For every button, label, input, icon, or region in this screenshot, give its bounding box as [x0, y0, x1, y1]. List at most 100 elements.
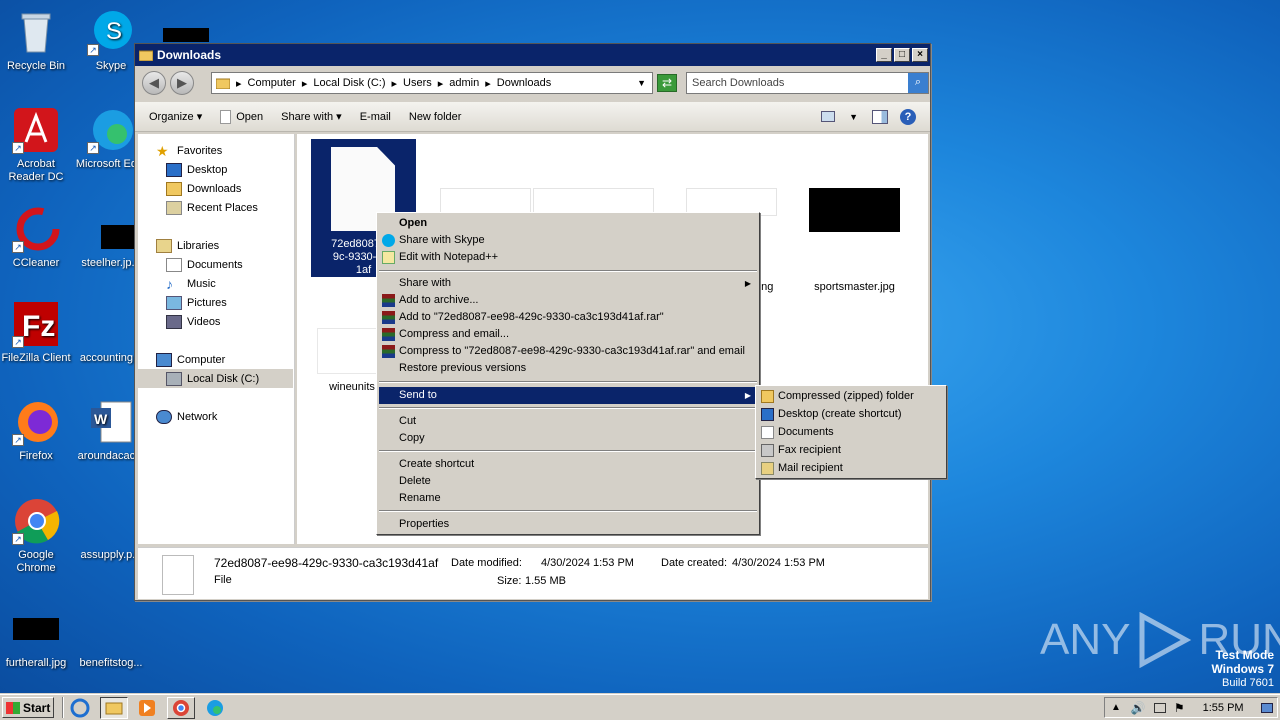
computer-icon	[156, 353, 172, 367]
desktop-icon	[761, 408, 774, 421]
drive-icon	[166, 372, 182, 386]
svg-text:S: S	[106, 18, 122, 45]
menu-compress-rar-email[interactable]: Compress to "72ed8087-ee98-429c-9330-ca3…	[379, 343, 757, 360]
menu-send-to[interactable]: Send to ▶	[379, 387, 757, 404]
sendto-desktop[interactable]: Desktop (create shortcut)	[758, 406, 944, 423]
mail-icon	[761, 462, 774, 475]
nav-libraries[interactable]: Libraries	[156, 239, 219, 253]
winrar-icon	[382, 294, 395, 307]
menu-add-to-rar[interactable]: Add to "72ed8087-ee98-429c-9330-ca3c193d…	[379, 309, 757, 326]
menu-compress-email[interactable]: Compress and email...	[379, 326, 757, 343]
sendto-fax[interactable]: Fax recipient	[758, 442, 944, 459]
search-input[interactable]: Search Downloads ⌕	[686, 72, 929, 94]
menu-rename[interactable]: Rename	[379, 490, 757, 507]
nav-music[interactable]: ♪ Music	[166, 277, 216, 291]
sportsmaster-thumbnail[interactable]	[809, 188, 900, 232]
breadcrumb-computer[interactable]: Computer	[248, 77, 296, 89]
folder-icon	[216, 78, 230, 89]
nav-downloads[interactable]: Downloads	[166, 182, 241, 196]
menu-create-shortcut[interactable]: Create shortcut	[379, 456, 757, 473]
action-center-icon[interactable]: ⚑	[1174, 701, 1185, 715]
nav-pictures[interactable]: Pictures	[166, 296, 227, 310]
menu-delete[interactable]: Delete	[379, 473, 757, 490]
share-with-button[interactable]: Share with ▾	[272, 110, 351, 123]
menu-copy[interactable]: Copy	[379, 430, 757, 447]
explorer-taskbar-icon[interactable]	[100, 697, 128, 719]
winrar-icon	[382, 311, 395, 324]
system-tray: ▲ 🔊 ⚑ 1:55 PM	[1104, 697, 1278, 718]
breadcrumb-local-disk[interactable]: Local Disk (C:)	[313, 77, 385, 89]
benefitstog-file-icon[interactable]: benefitstog...	[73, 605, 149, 670]
edge-taskbar-icon[interactable]	[204, 697, 226, 719]
open-button[interactable]: Open	[211, 109, 272, 124]
menu-share-with[interactable]: Share with ▶	[379, 275, 757, 292]
menu-share-with-skype[interactable]: Share with Skype	[379, 232, 757, 249]
test-mode-label: Test Mode Windows 7 Build 7601	[1211, 648, 1274, 689]
nav-local-disk[interactable]: Local Disk (C:)	[166, 372, 259, 386]
volume-icon[interactable]: 🔊	[1131, 701, 1146, 715]
window-title: Downloads	[157, 48, 222, 62]
nav-desktop[interactable]: Desktop	[166, 163, 227, 177]
breadcrumb-users[interactable]: Users	[403, 77, 432, 89]
nav-recent-places[interactable]: Recent Places	[166, 201, 258, 215]
minimize-button[interactable]: _	[876, 48, 892, 62]
zip-folder-icon	[761, 390, 774, 403]
nav-videos[interactable]: Videos	[166, 315, 220, 329]
back-button[interactable]: ◀	[142, 71, 166, 95]
network-icon	[156, 410, 172, 424]
ccleaner-icon[interactable]: ↗ CCleaner	[0, 205, 74, 270]
file-item-label: sportsmaster.jpg	[814, 281, 895, 293]
address-bar[interactable]: ▸ Computer ▸ Local Disk (C:) ▸ Users ▸ admi…	[211, 72, 653, 94]
preview-pane-icon[interactable]	[872, 109, 888, 124]
start-button[interactable]: Start	[2, 697, 54, 718]
menu-separator	[379, 270, 757, 272]
organize-button[interactable]: Organize ▾	[135, 110, 211, 123]
menu-restore-previous[interactable]: Restore previous versions	[379, 360, 757, 377]
maximize-button[interactable]: □	[894, 48, 910, 62]
sendto-mail[interactable]: Mail recipient	[758, 460, 944, 477]
acrobat-reader-icon[interactable]: ↗ Acrobat Reader DC	[0, 106, 74, 184]
nav-network[interactable]: Network	[156, 410, 217, 424]
sendto-zip[interactable]: Compressed (zipped) folder	[758, 388, 944, 405]
tray-expand-icon[interactable]: ▲	[1111, 702, 1121, 713]
new-folder-button[interactable]: New folder	[400, 111, 471, 123]
furtherall-file-icon[interactable]: furtherall.jpg	[0, 605, 74, 670]
email-button[interactable]: E-mail	[351, 111, 400, 123]
nav-computer[interactable]: Computer	[156, 353, 225, 367]
details-created-label: Date created:	[661, 557, 728, 569]
view-dropdown-icon[interactable]: ▼	[849, 112, 858, 122]
refresh-button[interactable]: ⇄	[657, 74, 677, 92]
internet-explorer-icon[interactable]	[69, 697, 91, 719]
media-player-icon[interactable]	[136, 697, 158, 719]
title-bar: Downloads _ □ ×	[135, 44, 930, 66]
taskbar-separator	[62, 697, 64, 718]
help-icon[interactable]: ?	[900, 108, 916, 125]
view-options-icon[interactable]	[821, 111, 836, 122]
menu-add-to-archive[interactable]: Add to archive...	[379, 292, 757, 309]
menu-properties[interactable]: Properties	[379, 516, 757, 533]
address-dropdown-icon[interactable]: ▼	[637, 78, 646, 88]
breadcrumb-admin[interactable]: admin	[449, 77, 479, 89]
nav-favorites[interactable]: ★ Favorites	[156, 144, 222, 158]
menu-edit-notepadpp[interactable]: Edit with Notepad++	[379, 249, 757, 266]
search-icon[interactable]: ⌕	[908, 73, 928, 93]
chrome-taskbar-icon[interactable]	[167, 697, 195, 719]
show-desktop-icon[interactable]	[1261, 702, 1273, 713]
filezilla-icon[interactable]: Fz ↗ FileZilla Client	[0, 300, 74, 365]
clock[interactable]: 1:55 PM	[1203, 702, 1244, 714]
firefox-icon[interactable]: ↗ Firefox	[0, 398, 74, 463]
close-button[interactable]: ×	[912, 48, 928, 62]
menu-cut[interactable]: Cut	[379, 413, 757, 430]
submenu-arrow-icon: ▶	[744, 279, 751, 288]
svg-text:Fz: Fz	[22, 310, 55, 343]
forward-button[interactable]: ▶	[170, 71, 194, 95]
network-tray-icon[interactable]	[1153, 702, 1166, 713]
recycle-bin-icon[interactable]: Recycle Bin	[0, 8, 74, 73]
file-icon	[220, 109, 232, 124]
documents-icon	[761, 426, 774, 439]
menu-open[interactable]: Open	[379, 215, 757, 232]
breadcrumb-downloads[interactable]: Downloads	[497, 77, 551, 89]
nav-documents[interactable]: Documents	[166, 258, 243, 272]
google-chrome-icon[interactable]: ↗ Google Chrome	[0, 497, 74, 575]
sendto-documents[interactable]: Documents	[758, 424, 944, 441]
